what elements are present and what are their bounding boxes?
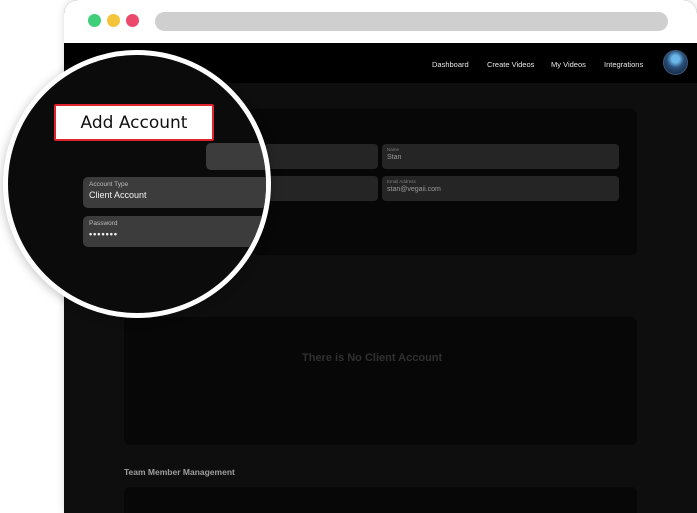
account-type-label: Account Type [89,181,129,188]
password-field[interactable]: Password ••••••• [83,216,266,247]
window-minimize-dot[interactable] [107,14,120,27]
client-account-panel: There is No Client Account [124,317,637,445]
address-bar[interactable] [155,12,668,31]
password-value: ••••••• [89,229,119,239]
nav-dashboard[interactable]: Dashboard [432,60,469,69]
name-label: Name [387,147,400,152]
team-management-title: Team Member Management [124,467,235,477]
browser-chrome [64,0,697,43]
name-value: Stan [387,154,402,161]
window-close-dot[interactable] [126,14,139,27]
magnifier-circle: Account Type Client Account Password •••… [3,50,271,318]
user-avatar[interactable] [663,50,688,75]
account-type-value: Client Account [89,190,147,200]
window-maximize-dot[interactable] [88,14,101,27]
account-type-select[interactable]: Account Type Client Account [83,177,266,208]
password-label: Password [89,220,118,227]
add-account-callout: Add Account [54,104,214,141]
team-member-panel [124,487,637,513]
nav-my-videos[interactable]: My Videos [551,60,586,69]
name-field[interactable]: Name Stan [382,144,619,169]
dimmed-left-field-1 [264,144,378,169]
empty-client-message: There is No Client Account [302,352,443,364]
email-label: Email Address [387,179,416,184]
dimmed-left-field-2 [264,176,378,201]
email-value: stan@vegaii.com [387,186,441,193]
email-field[interactable]: Email Address stan@vegaii.com [382,176,619,201]
nav-create-videos[interactable]: Create Videos [487,60,534,69]
nav-integrations[interactable]: Integrations [604,60,643,69]
magnified-top-field[interactable] [206,143,266,170]
